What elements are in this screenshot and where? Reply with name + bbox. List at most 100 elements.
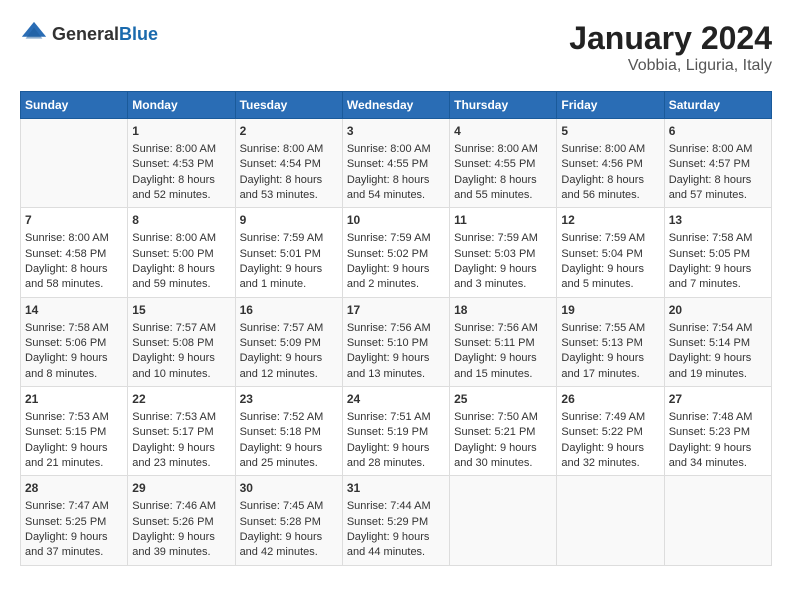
day-info: Sunrise: 7:54 AM: [669, 321, 767, 336]
column-header-thursday: Thursday: [450, 92, 557, 119]
day-info: and 28 minutes.: [347, 456, 445, 471]
day-info: and 3 minutes.: [454, 277, 552, 292]
day-info: Daylight: 9 hours: [347, 441, 445, 456]
day-info: and 52 minutes.: [132, 188, 230, 203]
day-info: Sunset: 5:14 PM: [669, 336, 767, 351]
day-info: Sunset: 5:09 PM: [240, 336, 338, 351]
day-info: and 5 minutes.: [561, 277, 659, 292]
day-info: and 21 minutes.: [25, 456, 123, 471]
day-info: Sunset: 5:01 PM: [240, 247, 338, 262]
logo: GeneralBlue: [20, 20, 158, 48]
day-info: and 8 minutes.: [25, 367, 123, 382]
day-number: 12: [561, 212, 659, 229]
day-number: 1: [132, 123, 230, 140]
day-info: and 39 minutes.: [132, 545, 230, 560]
day-info: Sunset: 5:28 PM: [240, 515, 338, 530]
calendar-cell: 7Sunrise: 8:00 AMSunset: 4:58 PMDaylight…: [21, 208, 128, 297]
day-info: Sunrise: 8:00 AM: [347, 142, 445, 157]
day-info: Daylight: 9 hours: [240, 351, 338, 366]
day-info: Sunrise: 8:00 AM: [240, 142, 338, 157]
day-info: Daylight: 9 hours: [347, 262, 445, 277]
day-info: and 7 minutes.: [669, 277, 767, 292]
calendar-week-row: 14Sunrise: 7:58 AMSunset: 5:06 PMDayligh…: [21, 297, 772, 386]
logo-blue: Blue: [119, 24, 158, 44]
day-info: Sunrise: 7:56 AM: [454, 321, 552, 336]
day-info: Daylight: 8 hours: [25, 262, 123, 277]
calendar-cell: 22Sunrise: 7:53 AMSunset: 5:17 PMDayligh…: [128, 387, 235, 476]
day-info: Sunrise: 7:55 AM: [561, 321, 659, 336]
calendar-cell: 31Sunrise: 7:44 AMSunset: 5:29 PMDayligh…: [342, 476, 449, 565]
day-number: 30: [240, 480, 338, 497]
day-info: Sunset: 5:00 PM: [132, 247, 230, 262]
calendar-cell: 26Sunrise: 7:49 AMSunset: 5:22 PMDayligh…: [557, 387, 664, 476]
day-info: Sunset: 5:17 PM: [132, 425, 230, 440]
calendar-cell: 13Sunrise: 7:58 AMSunset: 5:05 PMDayligh…: [664, 208, 771, 297]
day-number: 23: [240, 391, 338, 408]
calendar-cell: 23Sunrise: 7:52 AMSunset: 5:18 PMDayligh…: [235, 387, 342, 476]
day-info: and 34 minutes.: [669, 456, 767, 471]
calendar-cell: 6Sunrise: 8:00 AMSunset: 4:57 PMDaylight…: [664, 119, 771, 208]
title-block: January 2024 Vobbia, Liguria, Italy: [569, 20, 772, 75]
calendar-cell: 9Sunrise: 7:59 AMSunset: 5:01 PMDaylight…: [235, 208, 342, 297]
calendar-cell: 18Sunrise: 7:56 AMSunset: 5:11 PMDayligh…: [450, 297, 557, 386]
day-info: Daylight: 9 hours: [132, 351, 230, 366]
day-info: and 53 minutes.: [240, 188, 338, 203]
calendar-cell: 2Sunrise: 8:00 AMSunset: 4:54 PMDaylight…: [235, 119, 342, 208]
day-info: Sunrise: 7:48 AM: [669, 410, 767, 425]
calendar-cell: 24Sunrise: 7:51 AMSunset: 5:19 PMDayligh…: [342, 387, 449, 476]
day-info: Daylight: 9 hours: [240, 262, 338, 277]
calendar-cell: [557, 476, 664, 565]
calendar-cell: 20Sunrise: 7:54 AMSunset: 5:14 PMDayligh…: [664, 297, 771, 386]
day-number: 22: [132, 391, 230, 408]
day-info: and 23 minutes.: [132, 456, 230, 471]
day-info: and 42 minutes.: [240, 545, 338, 560]
day-info: Sunrise: 7:46 AM: [132, 499, 230, 514]
calendar-cell: 19Sunrise: 7:55 AMSunset: 5:13 PMDayligh…: [557, 297, 664, 386]
day-number: 18: [454, 302, 552, 319]
logo-general: General: [52, 24, 119, 44]
day-info: Sunset: 5:15 PM: [25, 425, 123, 440]
day-info: Sunrise: 8:00 AM: [25, 231, 123, 246]
calendar-cell: 3Sunrise: 8:00 AMSunset: 4:55 PMDaylight…: [342, 119, 449, 208]
day-info: Sunrise: 7:57 AM: [240, 321, 338, 336]
day-info: Sunrise: 7:49 AM: [561, 410, 659, 425]
calendar-cell: 8Sunrise: 8:00 AMSunset: 5:00 PMDaylight…: [128, 208, 235, 297]
calendar-cell: 25Sunrise: 7:50 AMSunset: 5:21 PMDayligh…: [450, 387, 557, 476]
calendar-cell: 11Sunrise: 7:59 AMSunset: 5:03 PMDayligh…: [450, 208, 557, 297]
day-info: Daylight: 9 hours: [347, 351, 445, 366]
day-info: Daylight: 8 hours: [132, 173, 230, 188]
calendar-cell: [664, 476, 771, 565]
day-number: 3: [347, 123, 445, 140]
day-info: Daylight: 9 hours: [561, 351, 659, 366]
day-info: Sunrise: 7:50 AM: [454, 410, 552, 425]
calendar-cell: 27Sunrise: 7:48 AMSunset: 5:23 PMDayligh…: [664, 387, 771, 476]
day-info: and 44 minutes.: [347, 545, 445, 560]
day-info: Sunset: 5:05 PM: [669, 247, 767, 262]
day-info: Sunrise: 7:52 AM: [240, 410, 338, 425]
calendar-week-row: 21Sunrise: 7:53 AMSunset: 5:15 PMDayligh…: [21, 387, 772, 476]
day-info: and 55 minutes.: [454, 188, 552, 203]
day-info: and 25 minutes.: [240, 456, 338, 471]
day-info: Sunrise: 8:00 AM: [454, 142, 552, 157]
day-info: Daylight: 8 hours: [561, 173, 659, 188]
day-info: Daylight: 9 hours: [454, 441, 552, 456]
day-number: 26: [561, 391, 659, 408]
day-number: 4: [454, 123, 552, 140]
day-info: Sunset: 5:29 PM: [347, 515, 445, 530]
day-info: Sunset: 4:55 PM: [347, 157, 445, 172]
day-number: 28: [25, 480, 123, 497]
day-number: 16: [240, 302, 338, 319]
day-info: Daylight: 8 hours: [669, 173, 767, 188]
day-number: 25: [454, 391, 552, 408]
day-info: Sunrise: 7:59 AM: [347, 231, 445, 246]
day-info: Sunrise: 7:56 AM: [347, 321, 445, 336]
day-info: Sunrise: 7:59 AM: [454, 231, 552, 246]
day-info: Sunrise: 7:59 AM: [561, 231, 659, 246]
day-info: Daylight: 8 hours: [240, 173, 338, 188]
day-info: Sunset: 5:19 PM: [347, 425, 445, 440]
day-info: and 13 minutes.: [347, 367, 445, 382]
day-number: 11: [454, 212, 552, 229]
day-info: Daylight: 9 hours: [240, 441, 338, 456]
calendar-cell: [450, 476, 557, 565]
calendar-table: SundayMondayTuesdayWednesdayThursdayFrid…: [20, 91, 772, 566]
